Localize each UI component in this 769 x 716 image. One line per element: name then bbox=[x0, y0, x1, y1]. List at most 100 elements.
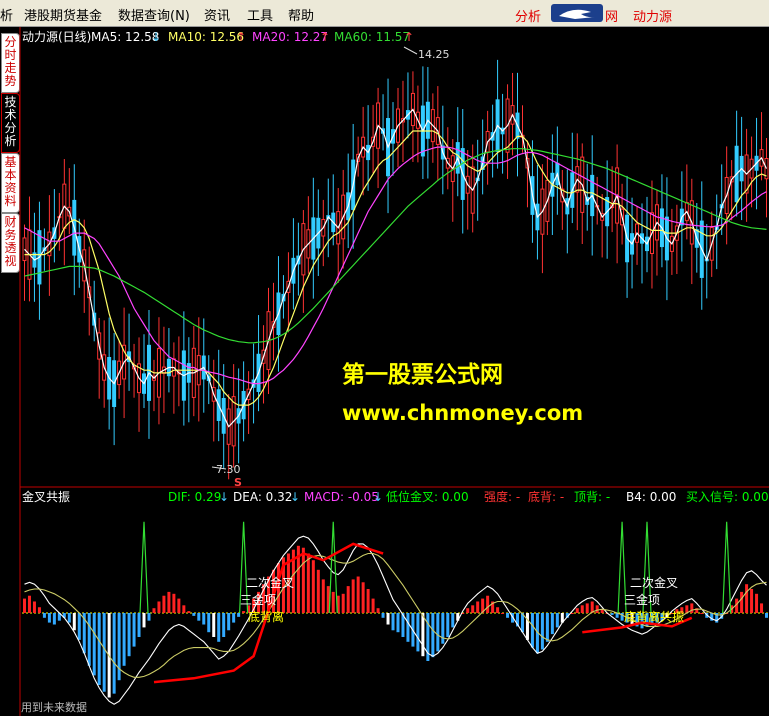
macd-bar bbox=[570, 613, 574, 614]
macd-bar bbox=[132, 613, 136, 647]
legend-b4: B4: 0.00 bbox=[626, 490, 676, 504]
macd-bar bbox=[67, 613, 71, 623]
legend-ma10: MA10: 12.56 bbox=[168, 30, 244, 44]
legend-ma5: MA5: 12.58 bbox=[91, 30, 159, 44]
macd-bar bbox=[381, 613, 385, 618]
macd-bar bbox=[97, 613, 101, 685]
macd-bar bbox=[446, 613, 450, 637]
macd-bar bbox=[157, 601, 161, 613]
macd-bar bbox=[77, 613, 81, 640]
macd-bar bbox=[137, 613, 141, 637]
menu-item-data-query[interactable]: 数据查询(N) bbox=[118, 5, 190, 24]
annotation-second-golden-cross-1: 二次金叉 bbox=[246, 575, 294, 590]
macd-bar bbox=[356, 576, 360, 613]
high-price-label: 14.25 bbox=[418, 48, 450, 61]
legend-dea: DEA: 0.32 bbox=[233, 490, 292, 504]
macd-bar bbox=[321, 579, 325, 613]
macd-bar bbox=[550, 613, 554, 635]
macd-bar bbox=[237, 613, 241, 617]
macd-bar bbox=[92, 613, 96, 676]
macd-bar bbox=[127, 613, 131, 657]
annotation-three-golden-1: 三金项 bbox=[240, 592, 276, 607]
annotation-three-golden-2: 三金项 bbox=[624, 592, 660, 607]
macd-bar bbox=[172, 593, 176, 613]
brand-left-text: 分析 bbox=[515, 10, 542, 25]
legend-dif-arrow: ↓ bbox=[219, 490, 229, 504]
macd-bar bbox=[436, 613, 440, 652]
macd-bar bbox=[217, 613, 221, 642]
menu-bar: 析 港股期货基金 数据查询(N) 资讯 工具 帮助 分析 网 动力源 bbox=[0, 0, 769, 27]
macd-bar bbox=[232, 613, 236, 623]
macd-bar bbox=[540, 613, 544, 650]
macd-bar bbox=[197, 613, 201, 621]
macd-bar bbox=[466, 608, 470, 613]
macd-bar bbox=[152, 608, 156, 613]
macd-bar bbox=[212, 613, 216, 637]
macd-bar bbox=[177, 598, 181, 613]
macd-bar bbox=[222, 613, 226, 637]
macd-bar bbox=[451, 613, 455, 628]
macd-bar bbox=[431, 613, 435, 658]
sell-marker: S bbox=[234, 476, 242, 489]
macd-bar bbox=[486, 595, 490, 613]
brand-banner: 分析 网 动力源 bbox=[513, 2, 769, 25]
macd-bar bbox=[545, 613, 549, 642]
macd-bar bbox=[765, 613, 769, 618]
macd-bar bbox=[700, 613, 704, 614]
macd-bar bbox=[47, 613, 51, 623]
macd-bar bbox=[311, 560, 315, 613]
macd-bar bbox=[750, 589, 754, 613]
macd-bar bbox=[202, 613, 206, 625]
macd-bar bbox=[391, 613, 395, 631]
legend-dea-arrow: ↓ bbox=[290, 490, 300, 504]
legend-ma5-arrow: ↓ bbox=[151, 30, 161, 44]
macd-bar bbox=[366, 589, 370, 613]
macd-bar bbox=[580, 605, 584, 613]
brand-logo-icon bbox=[551, 4, 603, 22]
macd-bar bbox=[346, 586, 350, 613]
macd-bar bbox=[207, 613, 211, 633]
future-data-note: 用到未来数据 bbox=[21, 700, 87, 714]
macd-bar bbox=[316, 569, 320, 613]
legend-top-divergence: 顶背: - bbox=[574, 490, 610, 504]
macd-bar bbox=[142, 613, 146, 628]
macd-bar bbox=[87, 613, 91, 666]
legend-dif: DIF: 0.29 bbox=[168, 490, 221, 504]
legend-ma60-arrow: ↑ bbox=[404, 30, 414, 44]
macd-bar bbox=[476, 601, 480, 613]
macd-bar bbox=[122, 613, 126, 666]
menu-item-hk-futures-funds[interactable]: 港股期货基金 bbox=[24, 5, 102, 24]
macd-bar bbox=[376, 608, 380, 613]
macd-bar bbox=[530, 613, 534, 648]
macd-bar bbox=[112, 613, 116, 694]
legend-macd-arrow: ↓ bbox=[373, 490, 383, 504]
macd-bar bbox=[501, 613, 505, 614]
macd-bar bbox=[471, 605, 475, 613]
macd-bar bbox=[760, 603, 764, 613]
legend-ma20-arrow: ↑ bbox=[320, 30, 330, 44]
menu-item-news[interactable]: 资讯 bbox=[204, 5, 230, 24]
main-legend-title: 动力源(日线) bbox=[22, 30, 91, 44]
macd-bar bbox=[416, 613, 420, 652]
watermark-title: 第一股票公式网 bbox=[342, 361, 503, 388]
menu-item-tools[interactable]: 工具 bbox=[247, 5, 273, 24]
brand-mid-text: 网 bbox=[605, 10, 619, 25]
macd-bar bbox=[341, 593, 345, 613]
macd-bar bbox=[496, 607, 500, 613]
macd-bar bbox=[575, 608, 579, 613]
menu-item-help[interactable]: 帮助 bbox=[288, 5, 314, 24]
macd-bar bbox=[361, 582, 365, 613]
macd-bar bbox=[386, 613, 390, 625]
macd-bar bbox=[525, 613, 529, 640]
legend-macd: MACD: -0.05 bbox=[304, 490, 379, 504]
macd-bar bbox=[162, 595, 166, 613]
macd-bar bbox=[72, 613, 76, 631]
macd-bar bbox=[595, 605, 599, 613]
menu-item-analysis[interactable]: 析 bbox=[0, 5, 13, 24]
macd-bar bbox=[227, 613, 231, 631]
macd-bar bbox=[42, 613, 46, 618]
macd-bar bbox=[242, 611, 246, 613]
macd-bar bbox=[506, 613, 510, 618]
macd-bar bbox=[102, 613, 106, 692]
macd-bar bbox=[301, 547, 305, 613]
